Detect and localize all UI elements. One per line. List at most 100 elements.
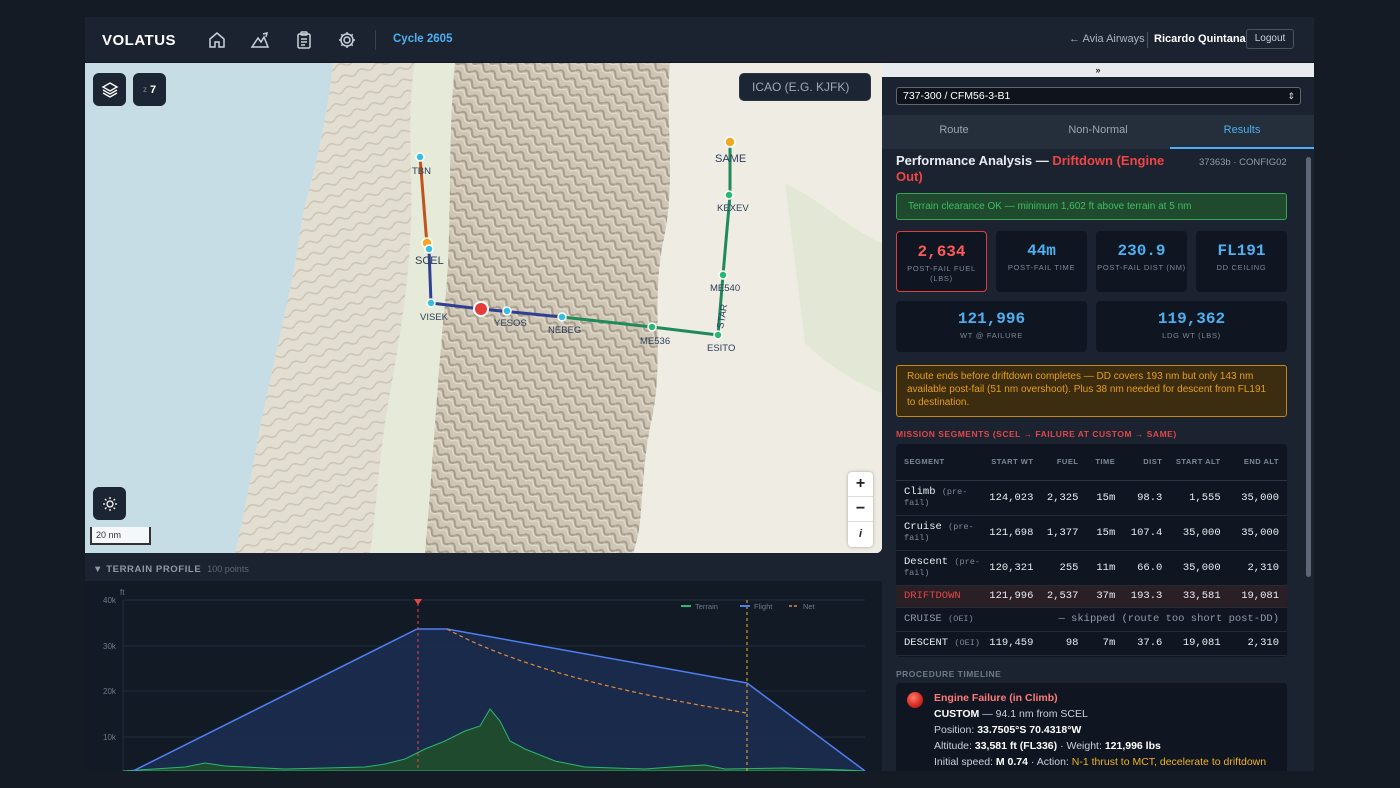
table-cell: 98.3 [1123,480,1171,516]
table-cell: 35,000 [1228,515,1287,551]
tab-non-normal[interactable]: Non-Normal [1026,115,1170,149]
table-cell: 19,081 [1228,585,1287,608]
tile-value: 230.9 [1117,242,1166,260]
zoom-in-button[interactable]: + [848,472,873,497]
terrain-profile-title: ▼ TERRAIN PROFILE [93,564,202,575]
analysis-title: Performance Analysis — Driftdown (Engine… [896,153,1186,185]
terrain-profile-header[interactable]: ▼ TERRAIN PROFILE 100 points [85,557,882,581]
table-cell: 2,537 [1041,585,1087,608]
waypoint-label: VISEK [420,312,449,323]
tile-value: 119,362 [1157,310,1226,328]
waypoint-marker[interactable] [424,244,434,254]
table-cell: 2,310 [1228,631,1287,656]
y-tick-label: 20k [103,687,117,696]
table-cell: 2,310 [1228,550,1287,586]
segment-name: DRIFTDOWN [896,585,989,608]
mission-segments-title: MISSION SEGMENTS (SCEL → FAILURE AT CUST… [896,429,1177,439]
waypoint-marker[interactable] [647,322,657,332]
table-cell: 121,996 [988,585,1042,608]
waypoint-marker[interactable] [502,306,512,316]
destination-marker[interactable] [724,136,736,148]
table-row: Cruise (pre-fail) 121,698 1,377 15m 107.… [896,515,1287,551]
table-cell: 119,459 [988,631,1042,656]
table-cell: 98 [1041,631,1087,656]
logout-button[interactable]: Logout [1246,29,1294,49]
tile-label: LDG WT (LBS) [1162,331,1221,340]
post-fail-dist-tile: 230.9 POST-FAIL DIST (NM) [1096,231,1187,292]
waypoint-label: YESOS [494,318,527,329]
app-logo[interactable]: VOLATUS [102,32,176,49]
airline-switch-link[interactable]: ← Avia Airways [1069,33,1145,45]
compass-reset-button[interactable]: i [848,522,873,547]
procedure-timeline-title: PROCEDURE TIMELINE [896,669,1002,679]
home-icon[interactable] [207,30,227,50]
segment-name: Cruise (pre-fail) [896,515,989,551]
y-tick-label: 30k [103,642,117,651]
waypoint-marker[interactable] [724,190,734,200]
waypoint-marker[interactable] [426,298,436,308]
aircraft-select-value: 737-300 / CFM56-3-B1 [903,90,1011,102]
collapse-panel-button[interactable]: » [882,63,1314,77]
mission-segments-table: SEGMENT START WT FUEL TIME DIST START AL… [896,444,1287,657]
col-header: START WT [988,444,1042,481]
route-map[interactable]: TBN SCEL VISEK YESOS NEBEG ME536 ESITO S… [85,63,882,553]
waypoint-label: SCEL [415,255,444,267]
zoom-out-button[interactable]: − [848,497,873,522]
table-cell: 7m [1086,631,1124,656]
legend-flight: Flight [754,602,773,611]
failure-dot-icon [907,692,923,708]
gear-icon[interactable] [337,30,357,50]
layers-icon[interactable] [93,73,126,106]
post-fail-time-tile: 44m POST-FAIL TIME [996,231,1087,292]
table-cell: 11m [1086,550,1124,586]
waypoint-marker[interactable] [718,270,728,280]
driftdown-warning: Route ends before driftdown completes — … [896,365,1287,417]
waypoint-label: ME540 [710,283,740,294]
tile-label: WT @ FAILURE [960,331,1023,340]
tile-value: FL191 [1217,242,1266,260]
terrain-clearance-banner: Terrain clearance OK — minimum 1,602 ft … [896,193,1287,220]
map-scale: 20 nm [90,527,151,545]
failure-point-marker[interactable] [473,301,489,317]
waypoint-label: ME536 [640,336,670,347]
zoom-level-value: 7 [149,83,157,96]
table-header-row: SEGMENT START WT FUEL TIME DIST START AL… [896,444,1287,481]
zoom-control: + − i [848,472,873,547]
dd-ceiling-tile: FL191 DD CEILING [1196,231,1287,292]
waypoint-marker[interactable] [713,330,723,340]
table-cell: 35,000 [1170,515,1229,551]
landing-weight-tile: 119,362 LDG WT (LBS) [1096,301,1287,352]
tile-value: 44m [1027,242,1056,260]
select-chevron-icon: ⇕ [1287,91,1295,101]
aircraft-select[interactable]: 737-300 / CFM56-3-B1 ⇕ [896,87,1301,105]
y-tick-label: 40k [103,596,117,605]
col-header: FUEL [1041,444,1087,481]
clipboard-icon[interactable] [294,30,314,50]
segment-name: Descent (pre-fail) [896,550,989,586]
waypoint-marker[interactable] [557,312,567,322]
col-header: DIST [1123,444,1171,481]
terrain-profile-chart: ft 40k 30k 20k 10k Terrain Flight Net [85,581,882,771]
panel-scrollbar[interactable] [1306,157,1311,577]
divider [1147,32,1148,48]
brightness-toggle[interactable] [93,487,126,520]
waypoint-marker[interactable] [415,152,425,162]
col-header: END ALT [1228,444,1287,481]
waypoint-label: ESITO [707,343,735,354]
table-row: Climb (pre-fail) 124,023 2,325 15m 98.3 … [896,480,1287,516]
app-window: VOLATUS Cycle 2605 ← Avia Airways Ricard… [85,17,1314,771]
y-axis-unit: ft [120,588,125,597]
tab-route[interactable]: Route [882,115,1026,149]
zoom-level-badge: z 7 [133,73,166,106]
waypoint-label: SAME [715,153,746,165]
post-fail-fuel-tile: 2,634 POST-FAIL FUEL (LBS) [896,231,987,292]
segment-name: CRUISE (OEI) [896,607,989,632]
map-canvas[interactable]: TBN SCEL VISEK YESOS NEBEG ME536 ESITO S… [85,63,882,553]
tab-results[interactable]: Results [1170,115,1314,149]
terrain-icon[interactable] [250,30,270,50]
icao-search-input[interactable]: ICAO (E.G. KJFK) [739,73,871,101]
timeline-speed: Initial speed: M 0.74 · Action: N-1 thru… [934,756,1267,768]
zoom-level-prefix: z [142,85,147,94]
panel-tabs: Route Non-Normal Results [882,115,1314,149]
table-row: DESCENT (OEI) 119,459 98 7m 37.6 19,081 … [896,631,1287,656]
